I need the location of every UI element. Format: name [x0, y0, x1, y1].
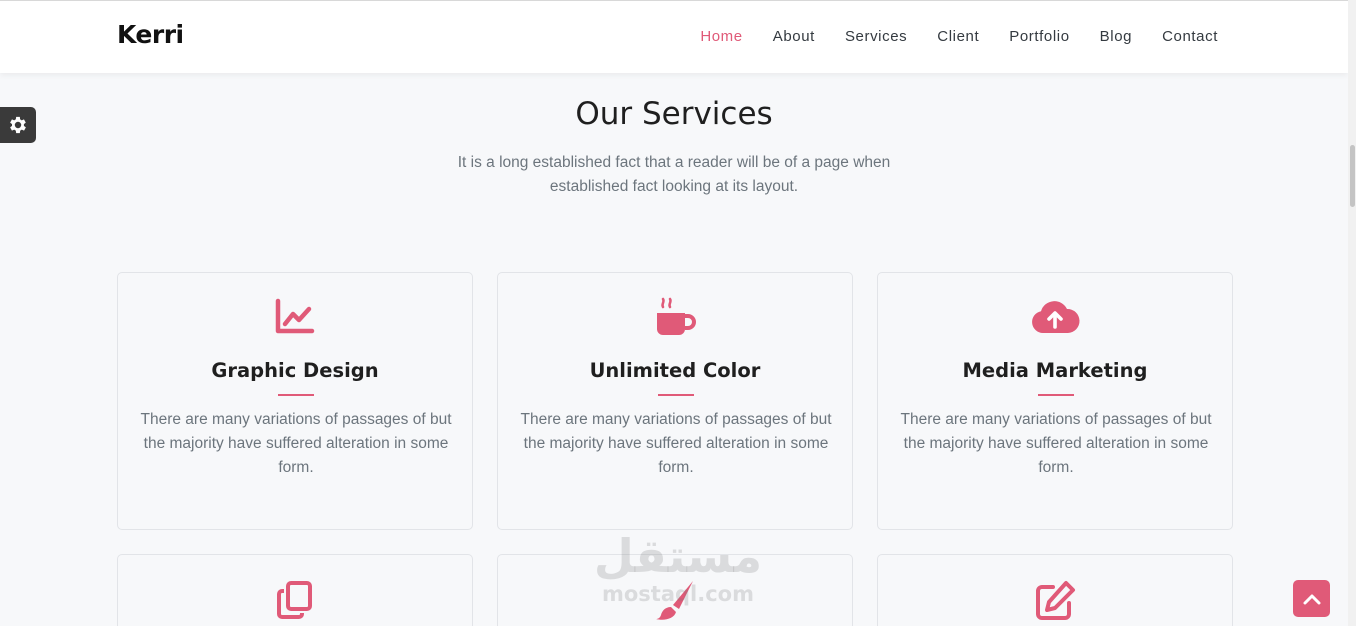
cloud-upload-icon [1032, 301, 1080, 333]
title-divider [658, 394, 694, 396]
card-text: There are many variations of passages of… [140, 411, 452, 476]
nav-item-home[interactable]: Home [700, 28, 742, 45]
nav-item-about[interactable]: About [773, 28, 815, 45]
nav-item-portfolio[interactable]: Portfolio [1009, 28, 1069, 45]
watermark: مستقل mostaql.com [592, 530, 764, 606]
main-nav: Home About Services Client Portfolio Blo… [670, 28, 1218, 45]
title-divider [1038, 394, 1074, 396]
service-card: Unlimited Color There are many variation… [497, 272, 853, 530]
nav-item-blog[interactable]: Blog [1100, 28, 1132, 45]
watermark-latin: mostaql.com [602, 582, 754, 606]
service-card [117, 554, 473, 626]
navbar: Kerri Home About Services Client Portfol… [0, 0, 1348, 73]
title-divider [278, 394, 314, 396]
nav-item-services[interactable]: Services [845, 28, 907, 45]
service-card [877, 554, 1233, 626]
coffee-cup-icon [657, 297, 696, 335]
card-title: Graphic Design [211, 359, 379, 382]
back-to-top-button[interactable] [1293, 580, 1330, 617]
nav-item-client[interactable]: Client [937, 28, 979, 45]
edit-icon [1036, 581, 1075, 620]
card-text: There are many variations of passages of… [520, 411, 832, 476]
nav-item-contact[interactable]: Contact [1162, 28, 1218, 45]
watermark-arabic: مستقل [593, 529, 763, 583]
service-card: Graphic Design There are many variations… [117, 272, 473, 530]
service-card: Media Marketing There are many variation… [877, 272, 1233, 530]
card-title: Media Marketing [962, 359, 1148, 382]
brand-logo[interactable]: Kerri [117, 20, 184, 49]
line-chart-icon [275, 298, 315, 334]
card-text: There are many variations of passages of… [900, 411, 1212, 476]
chevron-up-icon [1303, 594, 1320, 604]
card-title: Unlimited Color [589, 359, 761, 382]
page-scrollbar[interactable] [1348, 0, 1356, 626]
section-title: Our Services [575, 96, 773, 132]
scrollbar-thumb[interactable] [1350, 145, 1355, 207]
section-subtitle: It is a long established fact that a rea… [457, 154, 891, 195]
copy-icon [277, 581, 312, 619]
